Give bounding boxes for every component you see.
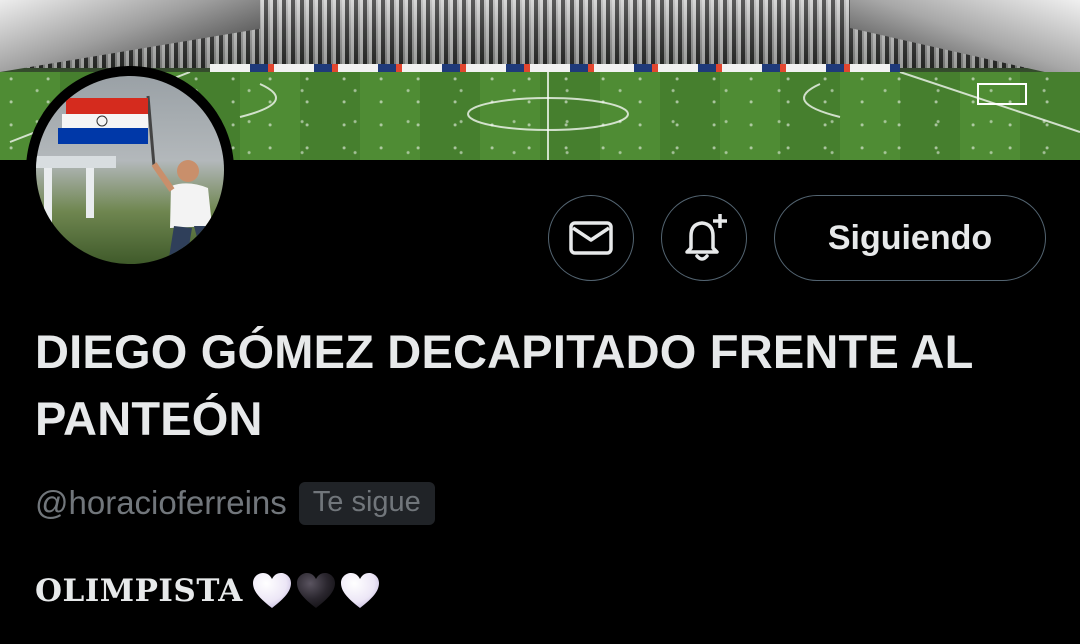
avatar-photo <box>36 76 224 264</box>
notifications-button[interactable] <box>661 195 747 281</box>
black-heart-icon <box>296 573 335 608</box>
envelope-icon <box>569 221 613 255</box>
bio-emojis <box>251 571 381 611</box>
following-button[interactable]: Siguiendo <box>774 195 1046 281</box>
bell-plus-icon <box>685 214 727 261</box>
white-heart-icon <box>252 573 291 608</box>
handle-row: @horacioferreins Te sigue <box>35 480 435 526</box>
display-name: DIEGO GÓMEZ DECAPITADO FRENTE AL PANTEÓN <box>35 325 973 445</box>
white-heart-icon <box>340 573 379 608</box>
message-button[interactable] <box>548 195 634 281</box>
bio-text: OLIMPISTA <box>35 573 243 609</box>
username-handle[interactable]: @horacioferreins <box>35 484 287 522</box>
profile-bio: OLIMPISTA <box>35 566 381 616</box>
follows-you-badge: Te sigue <box>298 481 435 525</box>
advertising-boards <box>210 64 900 72</box>
profile-avatar[interactable] <box>26 66 234 274</box>
